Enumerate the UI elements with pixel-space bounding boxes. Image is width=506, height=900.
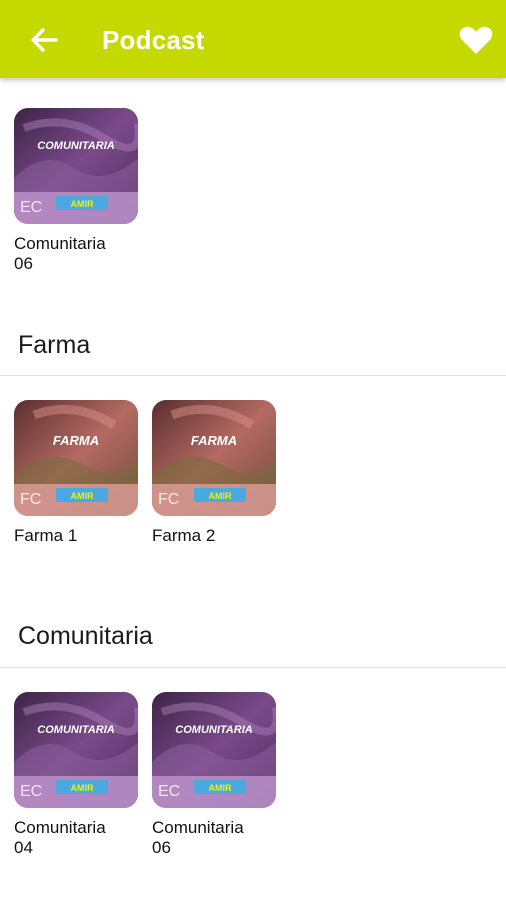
podcast-list: COMUNITARIA EC AMIR Comunitaria 06 Farma [0, 78, 506, 900]
cover-title: FARMA [191, 433, 237, 448]
podcast-cover: COMUNITARIA EC AMIR [14, 692, 138, 808]
cover-brand: AMIR [209, 783, 232, 793]
cover-code: EC [20, 199, 42, 216]
podcast-title: Farma 1 [14, 526, 78, 545]
podcast-cover: FARMA FC AMIR [14, 400, 138, 516]
arrow-left-icon[interactable] [26, 22, 62, 58]
cover-code: FC [158, 491, 179, 508]
cover-brand: AMIR [209, 491, 232, 501]
app-bar: Podcast [0, 0, 506, 78]
cover-code: FC [20, 491, 41, 508]
podcast-card[interactable]: COMUNITARIA EC AMIR Comunitaria 06 [152, 692, 276, 858]
section-title: Farma [18, 331, 91, 359]
cover-brand: AMIR [71, 199, 94, 209]
cover-brand: AMIR [71, 783, 94, 793]
divider [0, 667, 506, 668]
podcast-title: Comunitaria 06 [152, 818, 244, 857]
podcast-title: Comunitaria 06 [14, 234, 106, 273]
podcast-title: Farma 2 [152, 526, 216, 545]
podcast-card[interactable]: FARMA FC AMIR Farma 1 [14, 400, 138, 546]
podcast-cover: FARMA FC AMIR [152, 400, 276, 516]
podcast-title: Comunitaria 04 [14, 818, 106, 857]
cover-title: COMUNITARIA [37, 140, 114, 152]
page-title: Podcast [102, 25, 205, 55]
cover-title: COMUNITARIA [37, 724, 114, 736]
podcast-card[interactable]: COMUNITARIA EC AMIR Comunitaria 04 [14, 692, 138, 858]
section-title: Comunitaria [18, 622, 153, 650]
cover-title: FARMA [53, 433, 99, 448]
heart-icon[interactable] [456, 20, 496, 60]
podcast-cover: COMUNITARIA EC AMIR [14, 108, 138, 224]
cover-title: COMUNITARIA [175, 724, 252, 736]
podcast-card[interactable]: FARMA FC AMIR Farma 2 [152, 400, 276, 546]
podcast-cover: COMUNITARIA EC AMIR [152, 692, 276, 808]
cover-code: EC [20, 783, 42, 800]
cover-code: EC [158, 783, 180, 800]
divider [0, 375, 506, 376]
podcast-card[interactable]: COMUNITARIA EC AMIR Comunitaria 06 [14, 108, 138, 274]
cover-brand: AMIR [71, 491, 94, 501]
